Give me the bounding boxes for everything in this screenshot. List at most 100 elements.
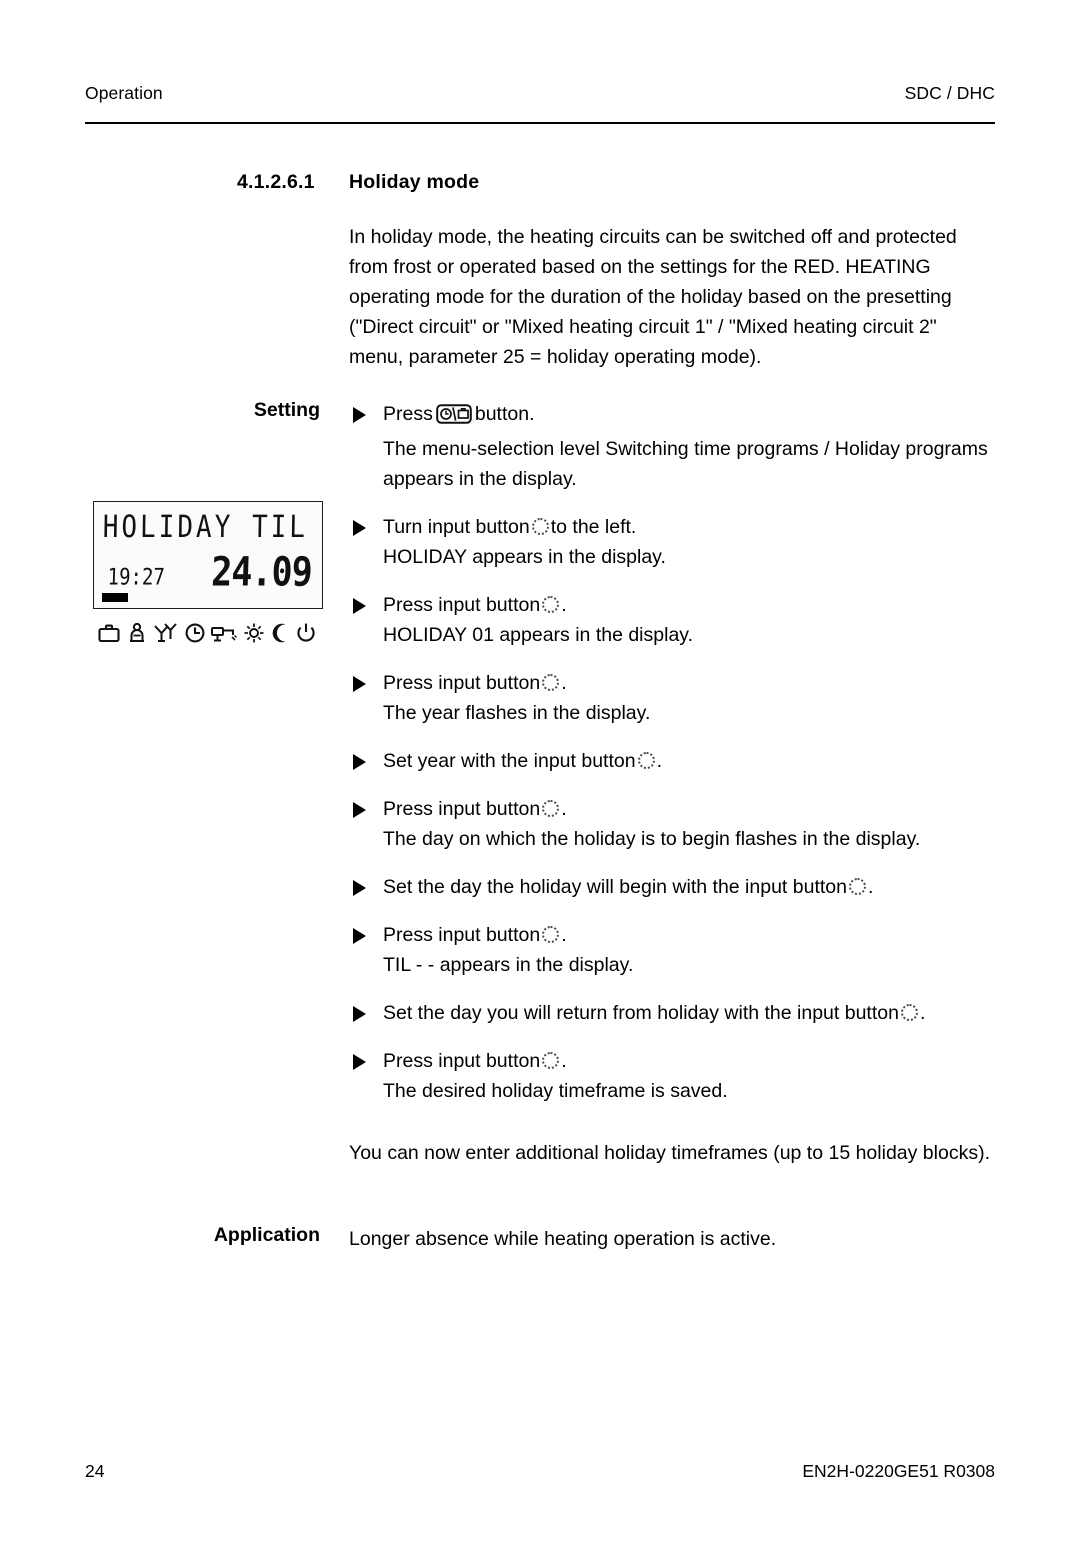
input-knob-icon <box>637 752 655 769</box>
arrow-bullet-icon <box>353 520 366 536</box>
document-id: EN2H-0220GE51 R0308 <box>802 1461 995 1481</box>
step-result-text: HOLIDAY appears in the display. <box>383 546 666 568</box>
intro-paragraph: In holiday mode, the heating circuits ca… <box>349 226 957 368</box>
step-text-post: . <box>867 876 874 898</box>
step-item: Set year with the input button. <box>349 746 1009 776</box>
step-main-line: Turn input button to the left. <box>383 512 1009 542</box>
step-item: Press input button. The desired holiday … <box>349 1046 1009 1106</box>
suitcase-icon <box>97 622 121 644</box>
arrow-bullet-icon <box>353 754 366 770</box>
step-item: Press input button. TIL - - appears in t… <box>349 920 1009 980</box>
step-text-pre: Press input button <box>383 1050 541 1072</box>
program-button-icon <box>436 403 472 434</box>
page-title: Holiday mode <box>349 171 480 193</box>
lcd-date-text: 24.09 <box>210 550 312 596</box>
step-main-line: Press input button. <box>383 1046 1009 1076</box>
lcd-icon-strip <box>93 618 323 648</box>
clock-icon <box>184 622 206 644</box>
lcd-screen: HOLIDAY TIL 19:27 24.09 <box>93 501 323 609</box>
step-text-pre: Press input button <box>383 798 541 820</box>
moon-icon <box>270 622 290 644</box>
lcd-time-text: 19:27 <box>107 564 166 591</box>
input-knob-icon <box>900 1004 918 1021</box>
input-knob-icon <box>542 926 560 943</box>
page-header: Operation SDC / DHC <box>85 83 995 104</box>
header-divider <box>85 122 995 124</box>
step-main-line: Press input button. <box>383 590 1009 620</box>
step-item: Press button. The menu-selection level Sw… <box>349 399 1009 494</box>
arrow-bullet-icon <box>353 1006 366 1022</box>
section-number: 4.1.2.6.1 <box>237 171 315 193</box>
step-item: Turn input button to the left. HOLIDAY ap… <box>349 512 1009 572</box>
input-knob-icon <box>542 596 560 613</box>
step-text-pre: Set year with the input button <box>383 750 636 772</box>
step-main-line: Press button. <box>383 399 1009 434</box>
step-main-line: Set the day you will return from holiday… <box>383 998 1009 1028</box>
step-main-line: Press input button. <box>383 794 1009 824</box>
arrow-bullet-icon <box>353 802 366 818</box>
lcd-mode-marker <box>102 593 128 602</box>
arrow-bullet-icon <box>353 1054 366 1070</box>
step-text-pre: Set the day you will return from holiday… <box>383 1002 899 1024</box>
header-right-text: SDC / DHC <box>904 83 995 103</box>
margin-label-setting: Setting <box>253 399 320 421</box>
step-text-pre: Press <box>383 403 433 425</box>
arrow-bullet-icon <box>353 407 366 423</box>
cocktail-glasses-icon <box>153 622 179 644</box>
step-result-text: TIL - - appears in the display. <box>383 954 634 976</box>
application-paragraph: Longer absence while heating operation i… <box>349 1228 777 1250</box>
step-main-line: Set the day the holiday will begin with … <box>383 872 1009 902</box>
input-knob-icon <box>848 878 866 895</box>
step-text-pre: Press input button <box>383 924 541 946</box>
step-item: Set the day the holiday will begin with … <box>349 872 1009 902</box>
step-item: Set the day you will return from holiday… <box>349 998 1009 1028</box>
note-paragraph: You can now enter additional holiday tim… <box>349 1142 990 1164</box>
input-knob-icon <box>542 800 560 817</box>
input-knob-icon <box>531 518 549 535</box>
intro-block: In holiday mode, the heating circuits ca… <box>349 222 995 372</box>
page-number: 24 <box>85 1461 105 1481</box>
input-knob-icon <box>542 674 560 691</box>
header-left-text: Operation <box>85 83 163 103</box>
step-text-pre: Press input button <box>383 672 541 694</box>
step-item: Press input button. HOLIDAY 01 appears i… <box>349 590 1009 650</box>
step-text-post: button. <box>474 403 535 425</box>
step-text-pre: Press input button <box>383 594 541 616</box>
power-icon <box>295 622 317 644</box>
step-text-post: . <box>656 750 662 772</box>
arrow-bullet-icon <box>353 676 366 692</box>
document-page: Operation SDC / DHC 4.1.2.6.1 Holiday mo… <box>0 0 1080 1562</box>
tap-water-icon <box>210 622 238 644</box>
step-result-text: The menu-selection level Switching time … <box>383 438 988 490</box>
arrow-bullet-icon <box>353 598 366 614</box>
step-main-line: Set year with the input button. <box>383 746 1009 776</box>
sun-icon <box>243 622 265 644</box>
section-heading: 4.1.2.6.1 Holiday mode <box>237 171 479 194</box>
step-item: Press input button. The year flashes in … <box>349 668 1009 728</box>
step-text-post: . <box>561 1050 567 1072</box>
step-text-post: . <box>561 798 567 820</box>
page-footer: 24 EN2H-0220GE51 R0308 <box>85 1461 995 1482</box>
step-text-pre: Turn input button <box>383 516 530 538</box>
step-result-text: The year flashes in the display. <box>383 702 651 724</box>
step-text-post: . <box>561 924 567 946</box>
step-main-line: Press input button. <box>383 920 1009 950</box>
step-text-post: . <box>561 672 567 694</box>
step-text-pre: Set the day the holiday will begin with … <box>383 876 847 898</box>
step-item: Press input button. The day on which the… <box>349 794 1009 854</box>
step-main-line: Press input button. <box>383 668 1009 698</box>
lcd-display-figure: HOLIDAY TIL 19:27 24.09 <box>93 501 325 648</box>
step-text-post: . <box>561 594 567 616</box>
margin-label-application: Application <box>213 1224 320 1246</box>
person-seated-icon <box>126 622 148 644</box>
step-result-text: The desired holiday timeframe is saved. <box>383 1080 728 1102</box>
steps-list: Press button. The menu-selection level Sw… <box>349 399 1009 1124</box>
arrow-bullet-icon <box>353 880 366 896</box>
step-text-post: . <box>919 1002 926 1024</box>
input-knob-icon <box>542 1052 560 1069</box>
step-result-text: The day on which the holiday is to begin… <box>383 828 921 850</box>
step-result-text: HOLIDAY 01 appears in the display. <box>383 624 694 646</box>
step-text-post: to the left. <box>550 516 637 538</box>
lcd-line1-text: HOLIDAY TIL <box>102 510 309 546</box>
arrow-bullet-icon <box>353 928 366 944</box>
